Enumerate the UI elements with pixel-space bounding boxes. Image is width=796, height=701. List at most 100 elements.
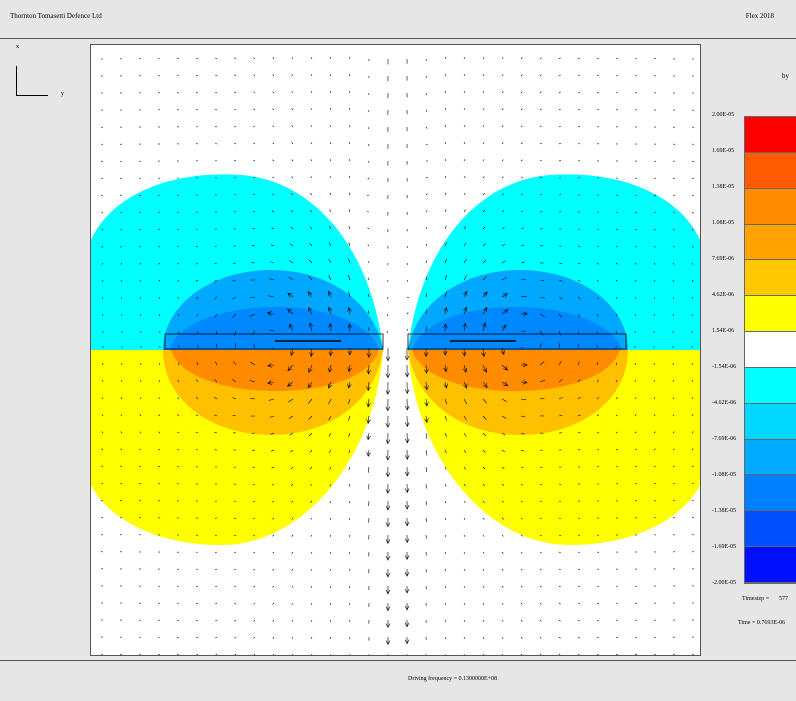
vector-arrow (483, 125, 484, 127)
vector-arrow (215, 603, 217, 604)
vector-arrow (559, 126, 561, 127)
vector-arrow (350, 637, 351, 639)
vector-arrow (215, 586, 217, 587)
vector-arrow (464, 501, 465, 503)
vector-arrow (330, 603, 331, 605)
vector-arrow (445, 108, 446, 110)
vector-arrow (253, 160, 255, 161)
vector-arrow (445, 159, 446, 161)
vector-arrow (234, 75, 236, 76)
vector-arrow (101, 517, 103, 518)
vector-arrow (521, 92, 522, 93)
vector-arrow (292, 603, 293, 605)
vector-arrow (349, 125, 350, 127)
vector-arrow (464, 74, 465, 76)
vector-arrow (673, 161, 675, 162)
vector-arrow (407, 313, 408, 315)
vector-arrow (215, 109, 217, 110)
legend-label: -1.54E-06 (712, 364, 736, 370)
vector-arrow (464, 569, 465, 571)
vector-arrow (692, 178, 694, 179)
vector-arrow (196, 552, 198, 553)
vector-arrow (368, 244, 369, 246)
vector-arrow (521, 126, 523, 127)
vector-arrow (139, 654, 141, 655)
vector-arrow (578, 92, 580, 93)
vector-arrow (311, 552, 312, 554)
vector-arrow (273, 569, 275, 570)
vector-arrow (292, 108, 293, 110)
vector-arrow (272, 160, 274, 161)
vector-arrow (426, 110, 427, 112)
vector-arrow (101, 212, 103, 213)
vector-arrow (311, 569, 312, 571)
vector-arrow (196, 92, 198, 93)
axis-indicator: x y (12, 44, 72, 100)
vector-arrow (292, 160, 293, 161)
vector-arrow (253, 143, 255, 144)
vector-arrow (196, 654, 198, 655)
vector-arrow (445, 586, 446, 588)
vector-arrow (330, 91, 331, 93)
vector-arrow (502, 603, 503, 605)
vector-arrow (597, 654, 599, 655)
legend-label: 1.54E-06 (712, 328, 734, 334)
vector-arrow (330, 74, 331, 76)
vector-arrow (311, 125, 312, 127)
vector-arrow (464, 637, 465, 639)
vector-arrow (597, 569, 599, 570)
vector-arrow (464, 535, 465, 537)
vector-arrow (597, 75, 599, 76)
vector-arrow (578, 654, 580, 655)
vector-arrow (597, 127, 599, 128)
vector-arrow (521, 603, 522, 604)
legend-label: 1.69E-05 (712, 148, 734, 154)
vector-arrow (330, 620, 331, 622)
vector-arrow (234, 552, 236, 553)
vector-arrow (559, 58, 561, 59)
vector-arrow (234, 586, 236, 587)
vector-arrow (215, 620, 217, 621)
vector-arrow (234, 637, 236, 638)
field-plot[interactable] (90, 44, 701, 656)
legend-swatch (745, 368, 796, 404)
vector-arrow (177, 58, 179, 59)
vector-arrow (234, 92, 236, 93)
axis-y-label: y (61, 91, 64, 97)
vector-arrow (692, 534, 694, 535)
vector-arrow (464, 91, 465, 93)
legend-color-bar (744, 116, 796, 584)
vector-arrow (540, 569, 542, 570)
vector-arrow (464, 552, 465, 554)
vector-arrow (387, 331, 388, 333)
vector-arrow (196, 127, 198, 128)
vector-arrow (559, 75, 561, 76)
vector-arrow (635, 59, 637, 60)
vector-arrow (253, 569, 255, 570)
vector-arrow (521, 177, 523, 178)
vector-arrow (597, 620, 599, 621)
vector-arrow (578, 58, 580, 59)
vector-arrow (616, 654, 618, 655)
vector-arrow (426, 261, 427, 264)
vector-arrow (483, 193, 485, 195)
vector-arrow (483, 535, 484, 537)
vector-arrow (253, 109, 255, 110)
vector-arrow (234, 160, 236, 161)
vector-arrow (483, 569, 484, 571)
vector-arrow (330, 637, 331, 639)
vector-arrow (464, 125, 465, 127)
legend-label: 1.38E-05 (712, 184, 734, 190)
vector-arrow (673, 178, 675, 179)
vector-arrow (367, 212, 369, 213)
vector-arrow (177, 603, 179, 604)
vector-arrow (196, 58, 198, 59)
vector-arrow (445, 637, 446, 639)
vector-arrow (635, 637, 637, 638)
vector-arrow (654, 654, 656, 655)
vector-arrow (559, 654, 561, 655)
vector-arrow (273, 654, 274, 655)
vector-arrow (139, 637, 141, 638)
vector-arrow (445, 125, 446, 127)
vector-arrow (692, 195, 694, 196)
